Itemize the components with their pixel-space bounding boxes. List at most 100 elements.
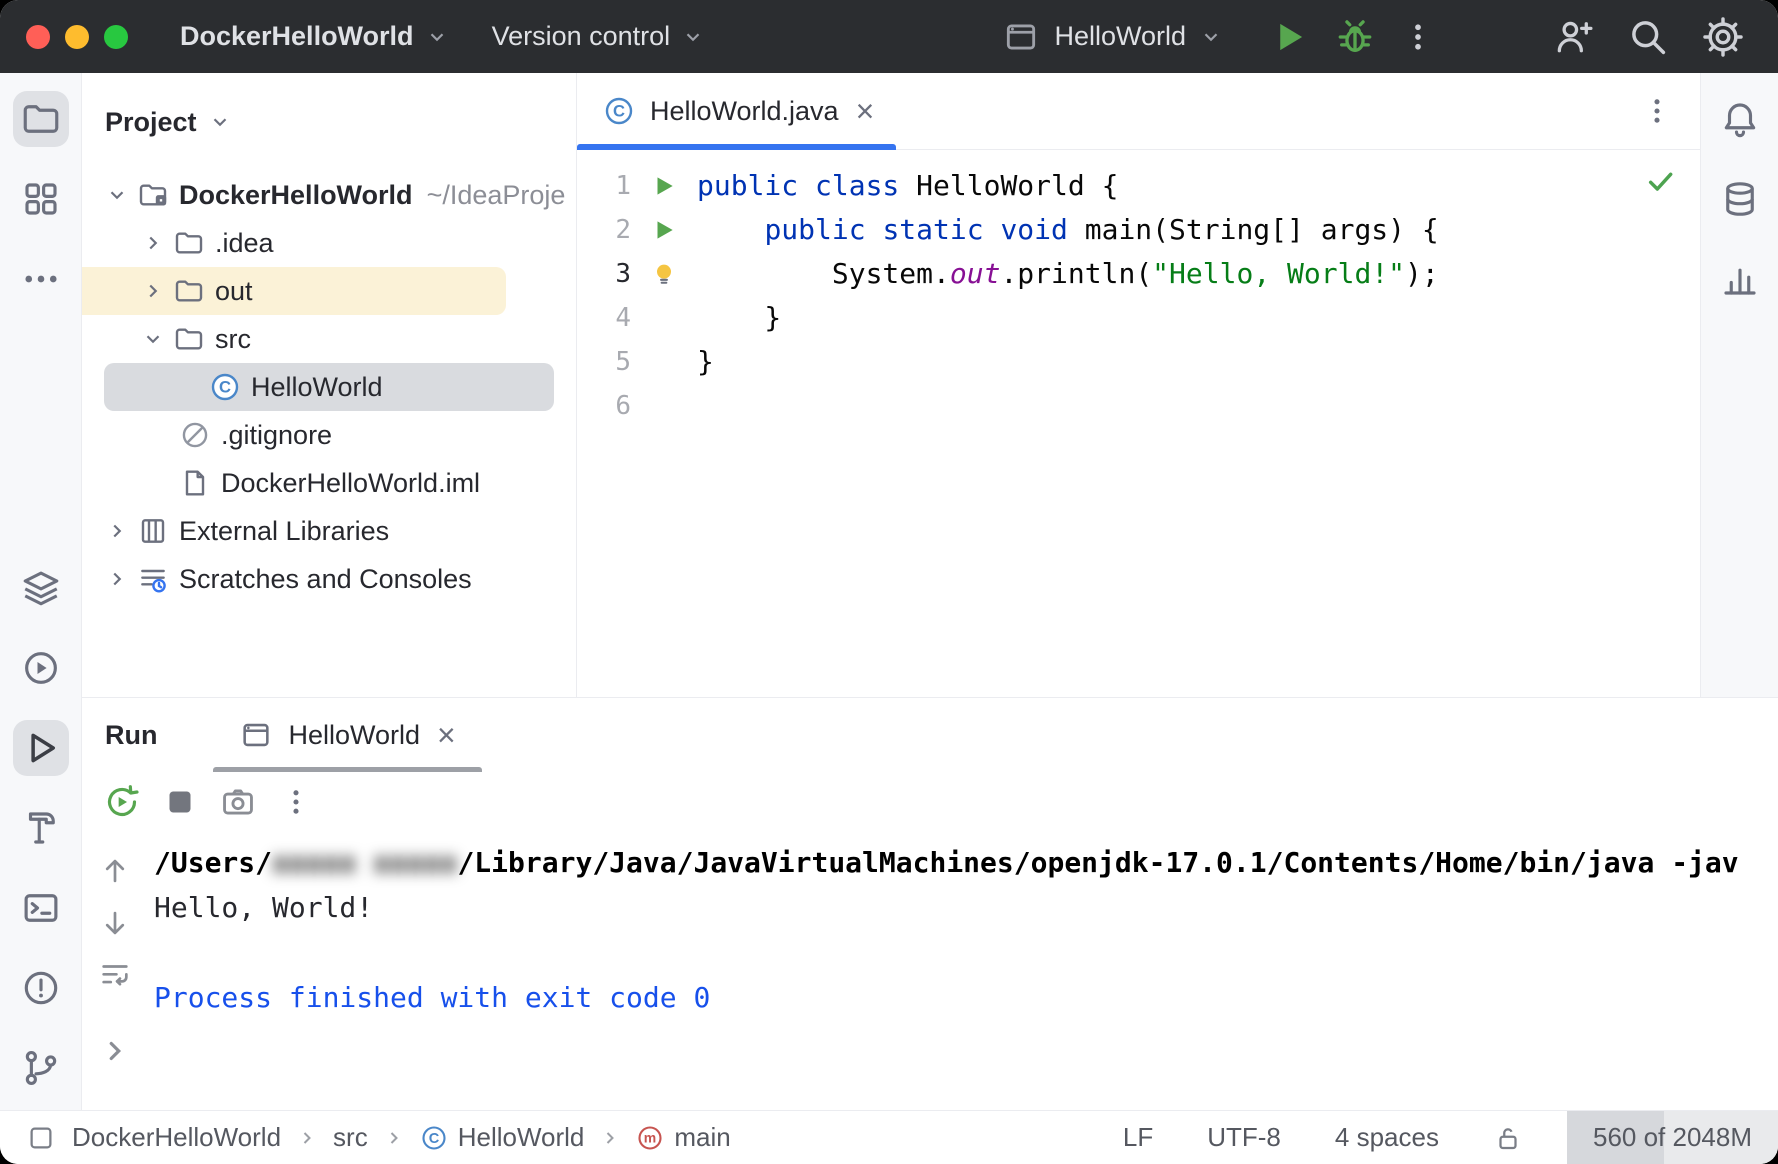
project-tool-button[interactable] xyxy=(13,91,69,147)
inspections-ok-icon[interactable] xyxy=(1644,165,1676,197)
project-panel: Project Docker xyxy=(82,73,577,697)
breadcrumb-method[interactable]: m main xyxy=(636,1122,730,1153)
soft-wrap-icon[interactable] xyxy=(98,958,132,992)
run-configuration-widget[interactable]: HelloWorld xyxy=(1002,18,1222,56)
chevron-right-icon[interactable] xyxy=(100,1036,130,1066)
svg-text:C: C xyxy=(613,102,625,121)
problems-tool-button[interactable] xyxy=(13,960,69,1016)
close-button[interactable] xyxy=(26,25,50,49)
stop-icon[interactable] xyxy=(158,780,202,824)
arrow-up-icon[interactable] xyxy=(98,854,132,888)
run-method-gutter-icon[interactable] xyxy=(631,217,697,243)
folder-icon xyxy=(172,323,206,355)
settings-gear-icon[interactable] xyxy=(1700,14,1746,60)
code-line[interactable]: 4 } xyxy=(577,296,1700,340)
tree-item-label: DockerHelloWorld xyxy=(179,180,413,211)
database-button[interactable] xyxy=(1712,171,1768,227)
console-options-icon[interactable] xyxy=(274,780,318,824)
editor-options-icon[interactable] xyxy=(1640,94,1674,128)
activity-bar xyxy=(0,73,82,1110)
minimize-button[interactable] xyxy=(65,25,89,49)
tree-row-external-libraries[interactable]: External Libraries xyxy=(82,507,576,555)
profiler-button[interactable] xyxy=(1712,251,1768,307)
close-tab-icon[interactable]: × xyxy=(856,95,875,127)
line-separator-widget[interactable]: LF xyxy=(1123,1122,1153,1153)
tree-row-out[interactable]: out xyxy=(82,267,506,315)
file-icon xyxy=(178,467,212,499)
tree-item-label: External Libraries xyxy=(179,516,389,547)
chevron-right-icon xyxy=(384,1128,404,1148)
rerun-icon[interactable] xyxy=(100,780,144,824)
layers-tool-button[interactable] xyxy=(13,560,69,616)
code-line[interactable]: 3 System.out.println("Hello, World!"); xyxy=(577,252,1700,296)
chevron-down-icon[interactable] xyxy=(138,328,168,350)
memory-indicator[interactable]: 560 of 2048M xyxy=(1567,1111,1778,1164)
tree-item-label: Scratches and Consoles xyxy=(179,564,472,595)
indent-widget[interactable]: 4 spaces xyxy=(1335,1122,1439,1153)
tree-row-gitignore[interactable]: .gitignore xyxy=(82,411,576,459)
code-line[interactable]: 2 public static void main(String[] args)… xyxy=(577,208,1700,252)
screenshot-icon[interactable] xyxy=(216,780,260,824)
tree-row-src[interactable]: src xyxy=(82,315,576,363)
notifications-button[interactable] xyxy=(1712,91,1768,147)
zoom-button[interactable] xyxy=(104,25,128,49)
search-icon[interactable] xyxy=(1626,15,1670,59)
vcs-widget[interactable]: Version control xyxy=(492,21,705,52)
chevron-right-icon[interactable] xyxy=(102,568,132,590)
tree-row-helloworld[interactable]: C HelloWorld xyxy=(104,363,554,411)
chevron-down-icon[interactable] xyxy=(102,184,132,206)
run-tool-button[interactable] xyxy=(13,720,69,776)
build-tool-button[interactable] xyxy=(13,800,69,856)
tab-helloworld-java[interactable]: C HelloWorld.java × xyxy=(577,73,896,149)
intention-bulb-icon[interactable] xyxy=(631,260,697,288)
code-text: public class HelloWorld { xyxy=(697,164,1118,208)
chevron-right-icon[interactable] xyxy=(138,232,168,254)
code-line[interactable]: 1 public class HelloWorld { xyxy=(577,164,1700,208)
class-icon: C xyxy=(208,371,242,403)
code-line[interactable]: 5 } xyxy=(577,340,1700,384)
content: Project Docker xyxy=(82,73,1778,1110)
code-text: } xyxy=(697,340,714,384)
more-tool-windows-button[interactable] xyxy=(13,251,69,307)
more-actions-icon[interactable] xyxy=(1400,19,1436,55)
close-tab-icon[interactable]: × xyxy=(437,719,456,751)
breadcrumb-project[interactable]: DockerHelloWorld xyxy=(72,1122,281,1153)
services-tool-button[interactable] xyxy=(13,640,69,696)
chevron-down-icon xyxy=(209,111,231,133)
main-area: Project Docker xyxy=(0,73,1778,1110)
project-widget[interactable]: DockerHelloWorld xyxy=(180,21,448,52)
arrow-down-icon[interactable] xyxy=(98,906,132,940)
add-user-icon[interactable] xyxy=(1552,15,1596,59)
console-output[interactable]: /Users/xxxxx xxxxx/Library/Java/JavaVirt… xyxy=(148,832,1778,1110)
tree-row-iml[interactable]: DockerHelloWorld.iml xyxy=(82,459,576,507)
run-button[interactable] xyxy=(1268,16,1310,58)
project-panel-header[interactable]: Project xyxy=(82,73,576,171)
debug-button[interactable] xyxy=(1334,16,1376,58)
tree-row-scratches[interactable]: Scratches and Consoles xyxy=(82,555,576,603)
chevron-right-icon[interactable] xyxy=(138,280,168,302)
structure-tool-button[interactable] xyxy=(13,171,69,227)
version-control-tool-button[interactable] xyxy=(13,1040,69,1096)
editor[interactable]: C HelloWorld.java × 1 xyxy=(577,73,1700,697)
problems-icon xyxy=(20,967,62,1009)
run-class-gutter-icon[interactable] xyxy=(631,173,697,199)
chevron-down-icon xyxy=(682,26,704,48)
encoding-widget[interactable]: UTF-8 xyxy=(1207,1122,1281,1153)
method-icon: m xyxy=(636,1124,664,1152)
project-widget-label: DockerHelloWorld xyxy=(180,21,414,52)
terminal-tool-button[interactable] xyxy=(13,880,69,936)
right-tool-strip xyxy=(1700,73,1778,697)
tree-row-idea[interactable]: .idea xyxy=(82,219,576,267)
breadcrumb-class[interactable]: C HelloWorld xyxy=(420,1122,585,1153)
breadcrumb-src[interactable]: src xyxy=(333,1122,368,1153)
console-gutter xyxy=(82,832,148,1110)
folder-icon xyxy=(136,179,170,211)
tree-row-root[interactable]: DockerHelloWorld ~/IdeaProje xyxy=(82,171,576,219)
code-area[interactable]: 1 public class HelloWorld { 2 public sta… xyxy=(577,150,1700,428)
console[interactable]: /Users/xxxxx xxxxx/Library/Java/JavaVirt… xyxy=(82,832,1778,1110)
tree-item-path-hint: ~/IdeaProje xyxy=(427,180,566,211)
code-line[interactable]: 6 xyxy=(577,384,1700,428)
chevron-right-icon[interactable] xyxy=(102,520,132,542)
run-tab-helloworld[interactable]: HelloWorld × xyxy=(213,698,481,772)
read-only-lock-icon[interactable] xyxy=(1493,1123,1523,1153)
